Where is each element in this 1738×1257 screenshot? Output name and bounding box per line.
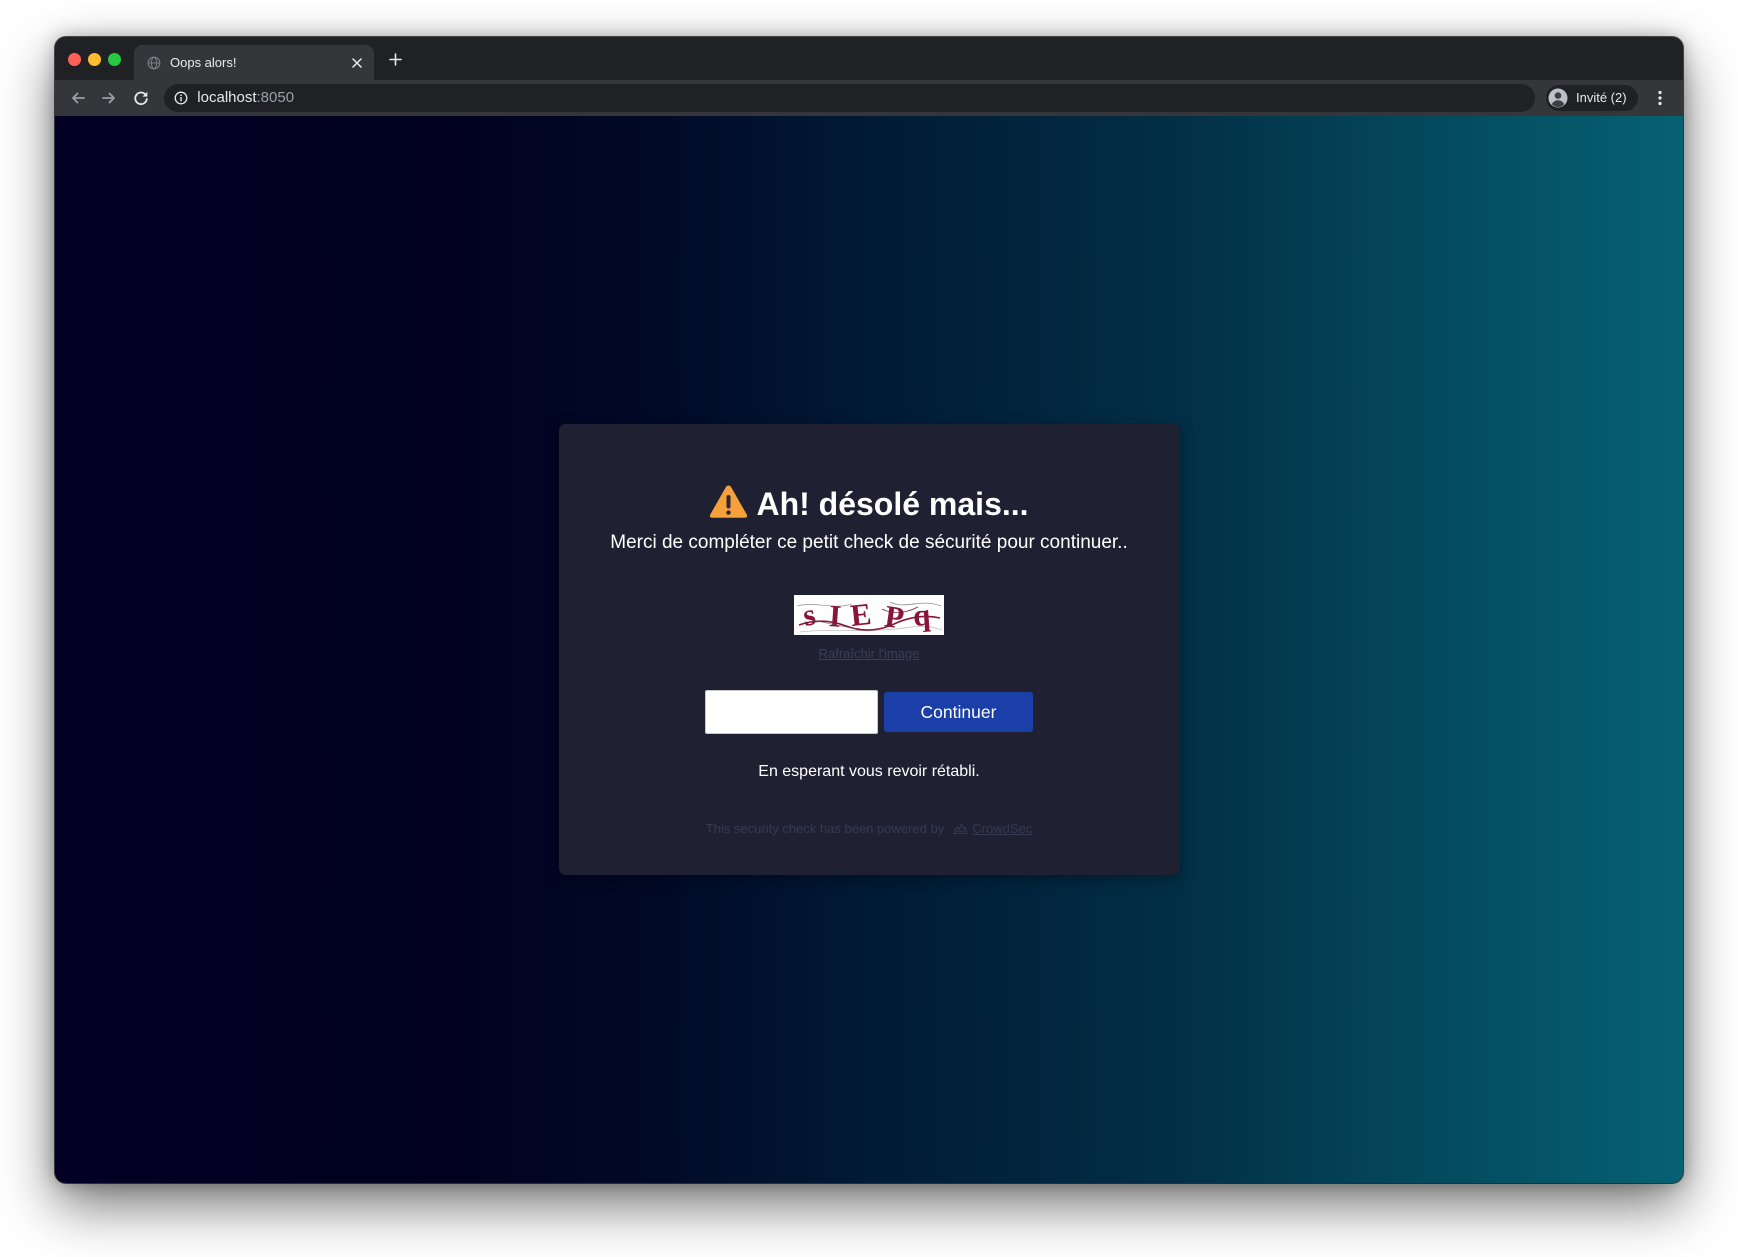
info-icon[interactable]: [174, 91, 188, 105]
profile-label: Invité (2): [1576, 90, 1627, 105]
powered-by-footer: This security check has been powered by …: [559, 820, 1180, 838]
arrow-left-icon: [70, 90, 86, 106]
captcha-image: sIEPq: [794, 595, 944, 635]
warning-icon: [709, 484, 748, 519]
avatar-icon: [1548, 88, 1568, 108]
zoom-window-icon[interactable]: [107, 52, 121, 66]
tab-active[interactable]: Oops alors!: [134, 45, 374, 80]
toolbar: localhost:8050 Invité (2): [55, 80, 1683, 116]
page-content: Ah! désolé mais... Merci de compléter ce…: [55, 116, 1683, 1183]
plus-icon[interactable]: [389, 52, 403, 66]
reload-icon: [133, 90, 149, 106]
captcha-form: Continuer: [559, 690, 1180, 734]
refresh-row: Rafraîchir l'image: [559, 646, 1180, 662]
page-title: Ah! désolé mais...: [756, 486, 1029, 522]
tab-strip: Oops alors!: [55, 37, 1683, 80]
crowdsec-logo-icon: [953, 822, 968, 835]
url-text: localhost:8050: [197, 84, 294, 112]
captcha-answer-input[interactable]: [705, 690, 879, 734]
farewell-text: En esperant vous revoir rétabli.: [758, 762, 980, 780]
crowdsec-link[interactable]: CrowdSec: [972, 820, 1032, 838]
globe-icon: [147, 56, 161, 70]
arrow-right-icon: [101, 90, 117, 106]
address-bar[interactable]: localhost:8050: [164, 84, 1535, 112]
refresh-captcha-link[interactable]: Rafraîchir l'image: [819, 646, 920, 661]
profile-button[interactable]: Invité (2): [1546, 85, 1638, 111]
url-port: :8050: [256, 89, 295, 106]
url-host: localhost: [197, 89, 257, 106]
continue-button[interactable]: Continuer: [884, 692, 1033, 732]
close-icon[interactable]: [350, 56, 364, 70]
menu-button[interactable]: [1650, 84, 1670, 112]
back-button[interactable]: [64, 84, 92, 112]
kebab-menu-icon: [1658, 90, 1662, 106]
page-subtitle: Merci de compléter ce petit check de séc…: [610, 531, 1128, 553]
captcha-card: Ah! désolé mais... Merci de compléter ce…: [558, 424, 1180, 875]
browser-window: Oops alors! localhost:8050 Invité (2) Ah…: [55, 37, 1683, 1183]
minimize-window-icon[interactable]: [87, 52, 101, 66]
reload-button[interactable]: [127, 84, 155, 112]
forward-button[interactable]: [95, 84, 123, 112]
close-window-icon[interactable]: [67, 52, 81, 66]
tab-title: Oops alors!: [170, 55, 237, 70]
powered-by-text: This security check has been powered by: [705, 820, 945, 836]
title-row: Ah! désolé mais...: [559, 484, 1180, 524]
